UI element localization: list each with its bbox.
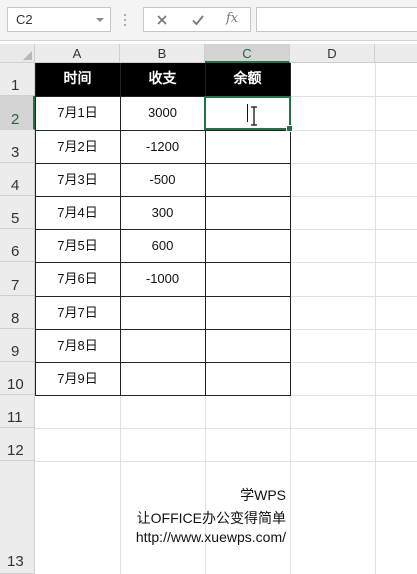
table-cell-amount[interactable]: -1200 [120, 130, 205, 163]
name-box-value: C2 [16, 12, 33, 27]
text-caret [247, 104, 248, 122]
table-border [35, 229, 291, 230]
column-header-c[interactable]: C [205, 44, 290, 63]
table-cell-balance[interactable] [205, 296, 290, 329]
table-border [35, 163, 291, 164]
row-number: 6 [11, 243, 20, 260]
table-border [120, 63, 121, 395]
chevron-down-icon[interactable] [94, 12, 106, 28]
row-number: 9 [11, 343, 20, 360]
header-cell-amount[interactable]: 收支 [120, 63, 205, 96]
table-cell-amount[interactable]: 3000 [120, 96, 205, 130]
drag-handle-icon[interactable] [122, 13, 128, 27]
formula-bar: C2 fx [0, 0, 417, 41]
row-number: 5 [11, 210, 20, 227]
watermark-line-1: 学WPS [240, 487, 286, 503]
table-cell-date[interactable]: 7月9日 [35, 362, 120, 395]
table-cell-date[interactable]: 7月2日 [35, 130, 120, 163]
row-number: 2 [11, 111, 20, 128]
table-cell-date[interactable]: 7月7日 [35, 296, 120, 329]
column-header-d[interactable]: D [290, 44, 375, 63]
gridline [375, 63, 376, 574]
table-cell-amount[interactable]: 600 [120, 229, 205, 262]
gridline [35, 461, 417, 462]
column-header-a[interactable]: A [35, 44, 120, 63]
row-header-3[interactable]: 3 [0, 130, 35, 163]
row-header-7[interactable]: 7 [0, 262, 35, 296]
gridline [35, 428, 417, 429]
watermark-line-2: 让OFFICE办公变得简单 [136, 510, 286, 526]
table-border [35, 63, 36, 395]
spreadsheet-window: C2 fx A B C D 1 2 3 4 5 6 7 8 9 10 11 12 [0, 0, 417, 574]
ibeam-cursor-icon [251, 106, 257, 126]
row-number: 11 [7, 409, 23, 426]
table-cell-balance[interactable] [205, 163, 290, 196]
table-cell-date[interactable]: 7月3日 [35, 163, 120, 196]
check-icon[interactable] [190, 12, 206, 28]
table-cell-balance[interactable] [205, 362, 290, 395]
table-cell-date[interactable]: 7月8日 [35, 329, 120, 362]
table-border [35, 395, 291, 396]
table-cell-amount[interactable] [120, 362, 205, 395]
table-border [35, 262, 291, 263]
cancel-icon[interactable] [154, 12, 170, 28]
table-cell-balance[interactable] [205, 130, 290, 163]
table-border [35, 196, 291, 197]
table-cell-amount[interactable]: 300 [120, 196, 205, 229]
row-number: 4 [11, 177, 20, 194]
column-header-e[interactable] [375, 44, 417, 63]
row-header-2[interactable]: 2 [0, 96, 35, 130]
row-header-6[interactable]: 6 [0, 229, 35, 262]
header-cell-time[interactable]: 时间 [35, 63, 120, 96]
table-border [35, 362, 291, 363]
column-header-b[interactable]: B [120, 44, 205, 63]
watermark-url: http://www.xuewps.com/ [135, 529, 286, 545]
row-header-11[interactable]: 11 [0, 395, 35, 428]
row-number: 12 [7, 442, 24, 459]
table-cell-balance[interactable] [205, 262, 290, 296]
row-header-4[interactable]: 4 [0, 163, 35, 196]
header-cell-balance[interactable]: 余额 [205, 63, 290, 96]
name-box[interactable]: C2 [7, 7, 111, 32]
table-cell-date[interactable]: 7月5日 [35, 229, 120, 262]
table-cell-amount[interactable]: -500 [120, 163, 205, 196]
formula-input[interactable] [256, 7, 417, 32]
table-cell-amount[interactable] [120, 329, 205, 362]
row-header-5[interactable]: 5 [0, 196, 35, 229]
table-cell-balance[interactable] [205, 196, 290, 229]
row-header-8[interactable]: 8 [0, 296, 35, 329]
row-header-10[interactable]: 10 [0, 362, 35, 395]
table-cell-balance[interactable] [205, 229, 290, 262]
table-cell-date[interactable]: 7月6日 [35, 262, 120, 296]
row-number: 3 [11, 144, 20, 161]
table-border [35, 329, 291, 330]
row-number: 7 [11, 277, 20, 294]
row-header-1[interactable]: 1 [0, 63, 35, 96]
table-cell-date[interactable]: 7月4日 [35, 196, 120, 229]
row-header-9[interactable]: 9 [0, 329, 35, 362]
row-number: 8 [11, 310, 20, 327]
select-all-button[interactable] [0, 44, 35, 63]
table-cell-amount[interactable] [120, 296, 205, 329]
row-number: 13 [7, 553, 24, 570]
row-number: 10 [7, 376, 24, 393]
select-all-triangle-icon [23, 51, 32, 60]
table-cell-amount[interactable]: -1000 [120, 262, 205, 296]
fill-handle[interactable] [286, 125, 293, 132]
table-border [35, 296, 291, 297]
row-number: 1 [11, 77, 20, 94]
table-cell-balance[interactable] [205, 329, 290, 362]
table-border [35, 130, 291, 131]
table-cell-date[interactable]: 7月1日 [35, 96, 120, 130]
row-header-13[interactable]: 13 [0, 461, 35, 574]
row-header-12[interactable]: 12 [0, 428, 35, 461]
formula-buttons: fx [143, 7, 251, 32]
insert-function-button[interactable]: fx [226, 11, 242, 27]
